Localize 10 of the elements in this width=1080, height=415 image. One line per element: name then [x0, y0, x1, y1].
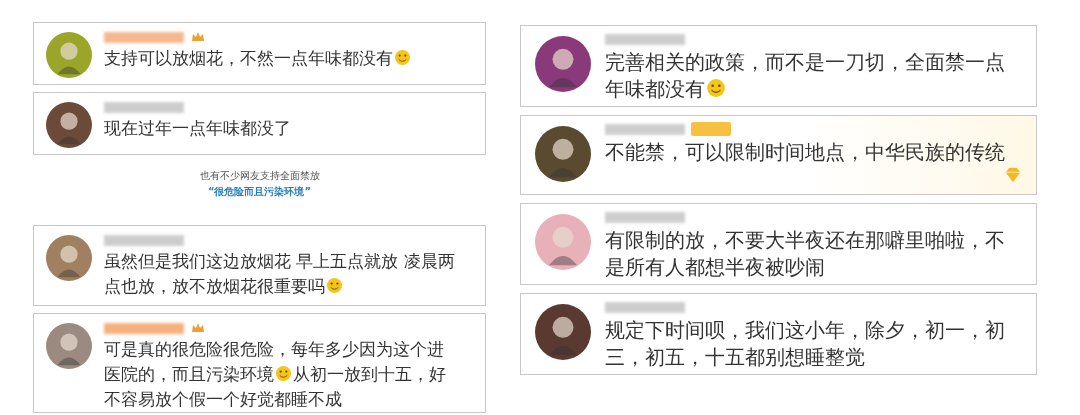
- comment-text: 现在过年一点年味都没了: [104, 118, 291, 138]
- comment-text: 完善相关的政策，而不是一刀切，全面禁一点年味都没有: [605, 50, 1005, 101]
- comment-text: 支持可以放烟花，不然一点年味都没有: [104, 48, 412, 68]
- comment-text: 有限制的放，不要大半夜还在那噼里啪啦，不是所有人都想半夜被吵闹: [605, 228, 1005, 279]
- comment-text: 不能禁，可以限制时间地点，中华民族的传统: [605, 140, 1005, 164]
- caption-text: 也有不少网友支持全面禁放: [199, 169, 320, 183]
- comment-text: 虽然但是我们这边放烟花 早上五点就放 凌晨两点也放，放不放烟花很重要吗: [104, 251, 455, 296]
- comment-text: 可是真的很危险很危险，每年多少因为这个进医院的，而且污染环境 从初一放到十五，好不容易放个假一个好觉都睡不成: [104, 339, 446, 409]
- comment-text: 规定下时间呗，我们这小年，除夕，初一，初三，初五，十五都别想睡整觉: [605, 318, 1005, 369]
- caption-quote: “很危险而且污染环境”: [207, 185, 312, 199]
